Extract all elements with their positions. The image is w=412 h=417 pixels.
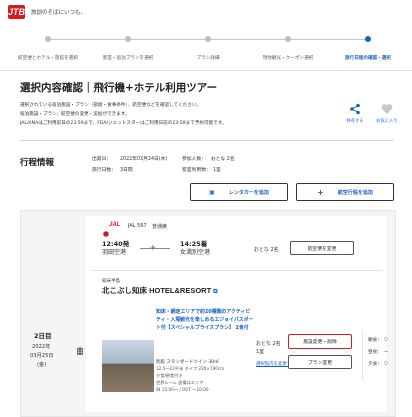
favorite-label[interactable]: お気に入り: [376, 118, 397, 124]
day-label: 2日目: [34, 332, 52, 340]
room-type: 別館 スタンダードツイン 30㎡: [156, 360, 219, 365]
share-icon[interactable]: [348, 103, 362, 117]
day-year: 2022年: [32, 344, 51, 350]
day-month-date: 03月25日: [30, 353, 54, 359]
flight-dep-airport: 羽田空港: [102, 249, 127, 256]
departure-value: 2022年03月24日(木): [120, 157, 168, 162]
step-dot-5: [365, 36, 371, 42]
plus-icon: +: [317, 187, 324, 197]
airline-name: JAL: [109, 222, 121, 228]
checkin-info: IN 15:00～ / OUT ～10:00: [156, 387, 209, 392]
rooms-label: 客室利用数：: [182, 168, 211, 173]
hotel-area: 知床半島: [102, 279, 120, 284]
share-label[interactable]: 共有する: [346, 118, 363, 124]
lunch-mark: ー: [384, 350, 389, 355]
add-rental-car-button[interactable]: ▣ レンタカーを追加: [190, 183, 288, 201]
step-dot-4: [285, 36, 291, 42]
hotel-rooms: 1室: [256, 349, 265, 355]
add-rental-car-label: レンタカーを追加: [228, 189, 269, 196]
page-desc-2: 宿泊施設・プラン、航空便の変更・追加ができます。: [20, 112, 130, 117]
external-link-icon: ⧉: [213, 289, 218, 295]
hotel-photo: [102, 340, 154, 392]
day-weekday: (金): [37, 362, 47, 368]
step-label-2: 客室・宿泊プランを選択: [102, 56, 154, 61]
car-icon: ▣: [209, 188, 215, 196]
flight-pax: おとな 2名: [254, 247, 279, 253]
change-delete-facility-button[interactable]: 施設変更・削除: [288, 334, 352, 349]
flight-number: JAL 567: [128, 223, 147, 229]
step-label-4: 現地観光・クーポン選択: [262, 56, 314, 61]
add-flight-button[interactable]: + 航空行程を追加: [296, 183, 394, 201]
breakfast-label: 朝食：: [368, 338, 382, 343]
seat-class: 普通席: [152, 224, 168, 230]
flight-hotel-divider: [92, 270, 382, 271]
page-desc-3: JAL/ANAはご利用前日の23:59まで、FDA/ジェットスターはご利用日前の…: [20, 121, 227, 126]
dinner-label: 夕食：: [368, 362, 382, 367]
dinner-mark: ○: [384, 361, 389, 366]
heart-icon[interactable]: [380, 103, 394, 117]
itinerary-title: 行程情報: [20, 158, 55, 168]
step-dot-2: [125, 36, 131, 42]
step-dot-3: [205, 36, 211, 42]
lunch-label: 昼食：: [368, 350, 382, 355]
jtb-logo[interactable]: JTB: [8, 5, 25, 19]
step-dot-1: [45, 36, 51, 42]
page-desc-1: 選択されている宿泊施設・プラン（部屋・食事条件）、航空便などを確認してください。: [20, 103, 202, 108]
change-flight-button[interactable]: 航空便を変更: [290, 241, 354, 255]
days-label: 旅行日数：: [92, 168, 116, 173]
meals-divider: [362, 330, 363, 380]
flight-arr-airport: 女満別空港: [180, 249, 211, 256]
bath-info: 世界ルーム 設備はエリア: [156, 380, 204, 385]
header-divider: [0, 70, 412, 71]
site-header: JTB 旅創のそばにいつも。: [0, 0, 412, 27]
room-detail: 12.5～23平米 タイプ 220×190cm: [156, 366, 225, 371]
page-title: 選択内容確認｜飛行機+ホテル利用ツアー: [20, 82, 218, 94]
hotel-plan-title[interactable]: 知床・網走エリアで約20種類のアクティビティ・入場観光を楽しめるエジョイパスポー…: [156, 308, 254, 332]
hotel-building-icon: [76, 340, 84, 355]
plane-icon: ✈: [150, 244, 156, 252]
breakfast-mark: ○: [384, 337, 389, 342]
departure-label: 出発日：: [92, 157, 112, 162]
add-flight-label: 航空行程を追加: [337, 189, 373, 196]
hotel-name-text[interactable]: 北こぶし知床 HOTEL&RESORT: [102, 286, 211, 295]
section-divider: [20, 140, 394, 141]
progress-steps: 航空便とホテル・旅館を選択 客室・宿泊プランを選択 プラン詳細 現地観光・クーポ…: [0, 27, 412, 67]
days-value: 3日間: [120, 168, 133, 173]
participants-label: 参加人数：: [182, 157, 206, 162]
header-tagline: 旅創のそばにいつも。: [31, 10, 87, 16]
step-label-3: プラン詳細: [196, 56, 220, 61]
change-plan-button[interactable]: プラン変更: [288, 355, 352, 369]
step-label-1: 航空便とホテル・旅館を選択: [18, 56, 78, 61]
participants-value: おとな 2名: [211, 157, 235, 162]
rooms-value: 1室: [213, 168, 221, 173]
meal-info: 夕食/朝食付き: [156, 373, 183, 378]
hotel-pax: おとな 2名: [256, 341, 281, 347]
hotel-name[interactable]: 北こぶし知床 HOTEL&RESORT ⧉: [102, 286, 242, 297]
step-label-5: 旅行日程の確認・選択: [345, 56, 391, 61]
